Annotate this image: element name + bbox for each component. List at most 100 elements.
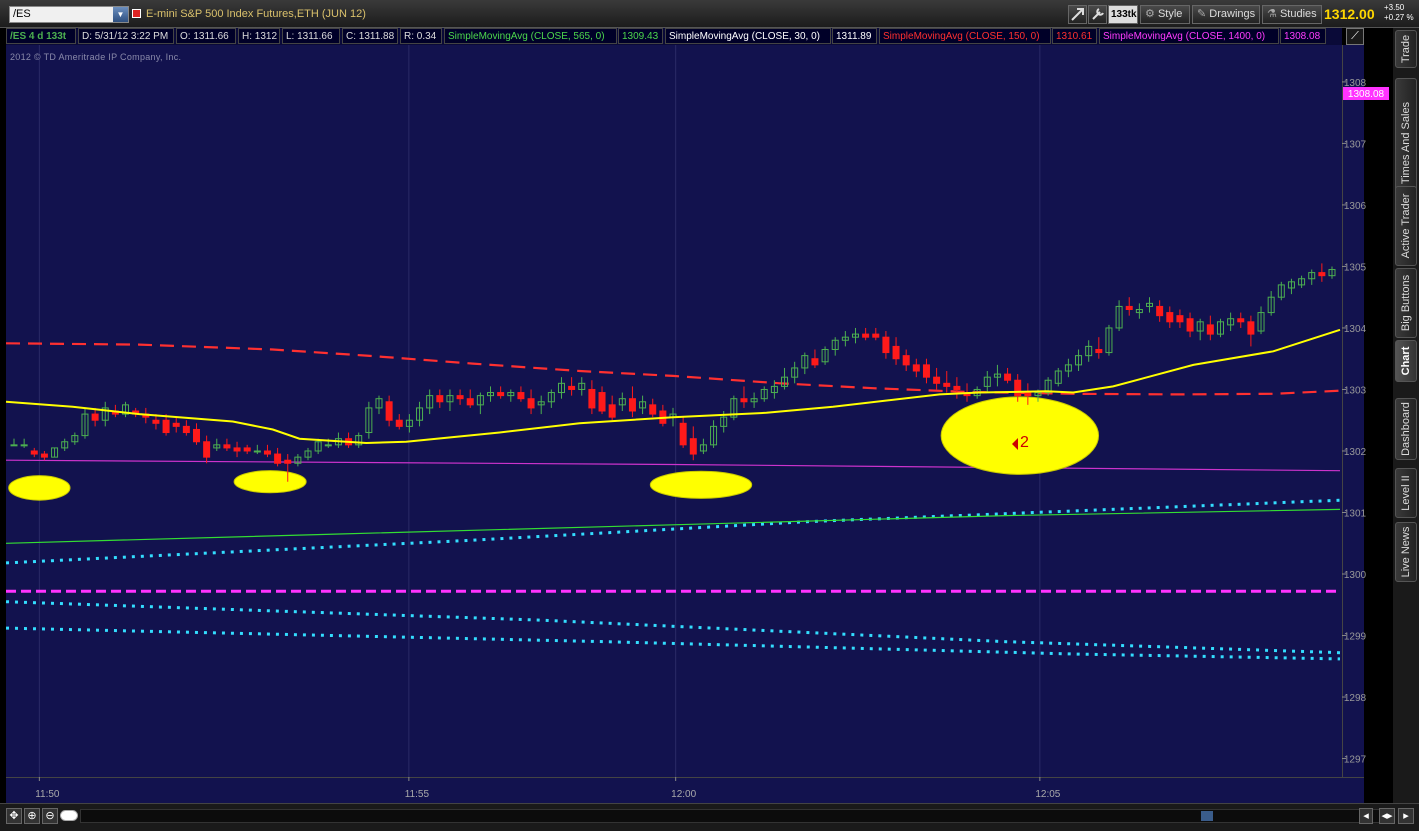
y-tick-label: 1303 [1344, 385, 1367, 396]
candle-body [740, 398, 748, 403]
candle-body [152, 419, 160, 424]
y-tick-label: 1299 [1344, 632, 1367, 643]
candle-body [40, 453, 48, 458]
highlight-ellipse [233, 470, 307, 494]
scrollbar-thumb[interactable] [1201, 811, 1213, 821]
candle-body [10, 444, 18, 447]
price-chart: 1297 1298 1299 1300 1301 1302 1303 1304 1305 1306… [5, 45, 1389, 800]
annotation-label: 2 [1020, 434, 1029, 451]
candle-body [1024, 392, 1032, 397]
zoom-out-icon[interactable]: ⊖ [42, 808, 58, 824]
candle-body [568, 385, 576, 390]
candle-body [182, 425, 190, 434]
candle-body [162, 419, 170, 434]
tab-dashboard[interactable]: Dashboard [1395, 398, 1417, 460]
tab-trade[interactable]: Trade [1395, 30, 1417, 68]
candle-body [679, 422, 687, 446]
price-marker: 1308.08 [1343, 87, 1389, 100]
candle-body [223, 444, 231, 449]
candle-body [608, 404, 616, 418]
candle-body [1237, 318, 1245, 323]
side-tab-strip: Trade Times And Sales Active Trader Big … [1393, 28, 1419, 803]
x-tick-label: 11:50 [35, 789, 60, 800]
candle-body [1166, 312, 1174, 323]
price-marker-label: 1308.08 [1348, 89, 1385, 100]
candle-body [263, 450, 271, 455]
zoom-slider[interactable] [60, 810, 78, 821]
candle-body [1004, 373, 1012, 381]
band-upper-line [5, 498, 1341, 565]
x-tick-label: 12:00 [671, 789, 696, 800]
tab-chart-label: Chart [1400, 346, 1412, 376]
candle-body [172, 422, 180, 427]
candle-body [324, 444, 332, 447]
candle-body [922, 364, 930, 378]
candle-body [689, 438, 697, 455]
band-lower-line-2 [5, 626, 1341, 661]
collapse-icon[interactable]: ▸ [1398, 808, 1414, 824]
candle-body [253, 450, 261, 453]
candle-body [1186, 318, 1194, 332]
chart-grid [38, 45, 1041, 777]
candle-body [1318, 272, 1326, 277]
y-tick-label: 1301 [1344, 508, 1367, 519]
candle-body [497, 392, 505, 397]
candle-body [20, 444, 28, 447]
candle-body [912, 364, 920, 372]
y-tick-label: 1305 [1344, 262, 1367, 273]
y-tick-label: 1306 [1344, 201, 1367, 212]
candle-body [872, 333, 880, 338]
candle-body [649, 404, 657, 415]
tab-live-news[interactable]: Live News [1395, 522, 1417, 582]
candle-body [192, 428, 200, 443]
tab-chart[interactable]: Chart [1395, 340, 1417, 382]
x-axis-ticks: 11:50 11:55 12:00 12:05 [35, 777, 1061, 800]
candle-body [30, 450, 38, 455]
candle-body [1014, 379, 1022, 397]
tab-level-ii-label: Level II [1400, 475, 1412, 511]
candle-body [1156, 305, 1164, 317]
candle-body [882, 336, 890, 354]
tab-live-news-label: Live News [1400, 526, 1412, 578]
sma150-line [5, 342, 1341, 396]
tab-dashboard-label: Dashboard [1400, 402, 1412, 456]
zoom-in-icon[interactable]: ⊕ [24, 808, 40, 824]
candle-body [456, 395, 464, 400]
candle-body [436, 395, 444, 403]
candle-body [385, 401, 393, 421]
horizontal-scrollbar[interactable] [80, 809, 1380, 823]
pan-icon[interactable]: ✥ [6, 808, 22, 824]
candle-body [1095, 348, 1103, 354]
tab-active-trader[interactable]: Active Trader [1395, 186, 1417, 266]
candle-body [811, 358, 819, 366]
candle-body [527, 398, 535, 409]
copyright-text: 2012 © TD Ameritrade IP Company, Inc. [10, 52, 182, 62]
candle-body [274, 453, 282, 464]
y-tick-label: 1300 [1344, 570, 1367, 581]
y-axis-ticks: 1297 1298 1299 1300 1301 1302 1303 1304 1305 1306… [1342, 78, 1367, 766]
candle-body [892, 345, 900, 360]
y-tick-label: 1307 [1344, 139, 1367, 150]
y-tick-label: 1302 [1344, 447, 1367, 458]
highlight-ellipse [8, 475, 71, 501]
candle-body [933, 376, 941, 384]
candle-body [598, 392, 606, 412]
y-tick-label: 1297 [1344, 755, 1367, 766]
tab-active-trader-label: Active Trader [1400, 193, 1412, 259]
bottom-bar: ✥ ⊕ ⊖ ◂ ◂▸ ▸ [0, 803, 1419, 831]
candle-body [203, 441, 211, 458]
tab-level-ii[interactable]: Level II [1395, 468, 1417, 518]
scroll-left-icon[interactable]: ◂ [1359, 808, 1373, 824]
candle-body [1176, 315, 1184, 323]
candle-body [517, 392, 525, 400]
candle-body [902, 355, 910, 366]
expand-icon[interactable]: ◂▸ [1379, 808, 1395, 824]
tab-big-buttons[interactable]: Big Buttons [1395, 268, 1417, 338]
band-lower-line [5, 600, 1341, 655]
candlesticks [5, 263, 1341, 482]
candle-body [91, 413, 99, 421]
candle-body [1206, 324, 1214, 335]
highlight-ellipses [8, 396, 1100, 501]
candle-body [284, 459, 292, 464]
y-tick-label: 1298 [1344, 693, 1367, 704]
